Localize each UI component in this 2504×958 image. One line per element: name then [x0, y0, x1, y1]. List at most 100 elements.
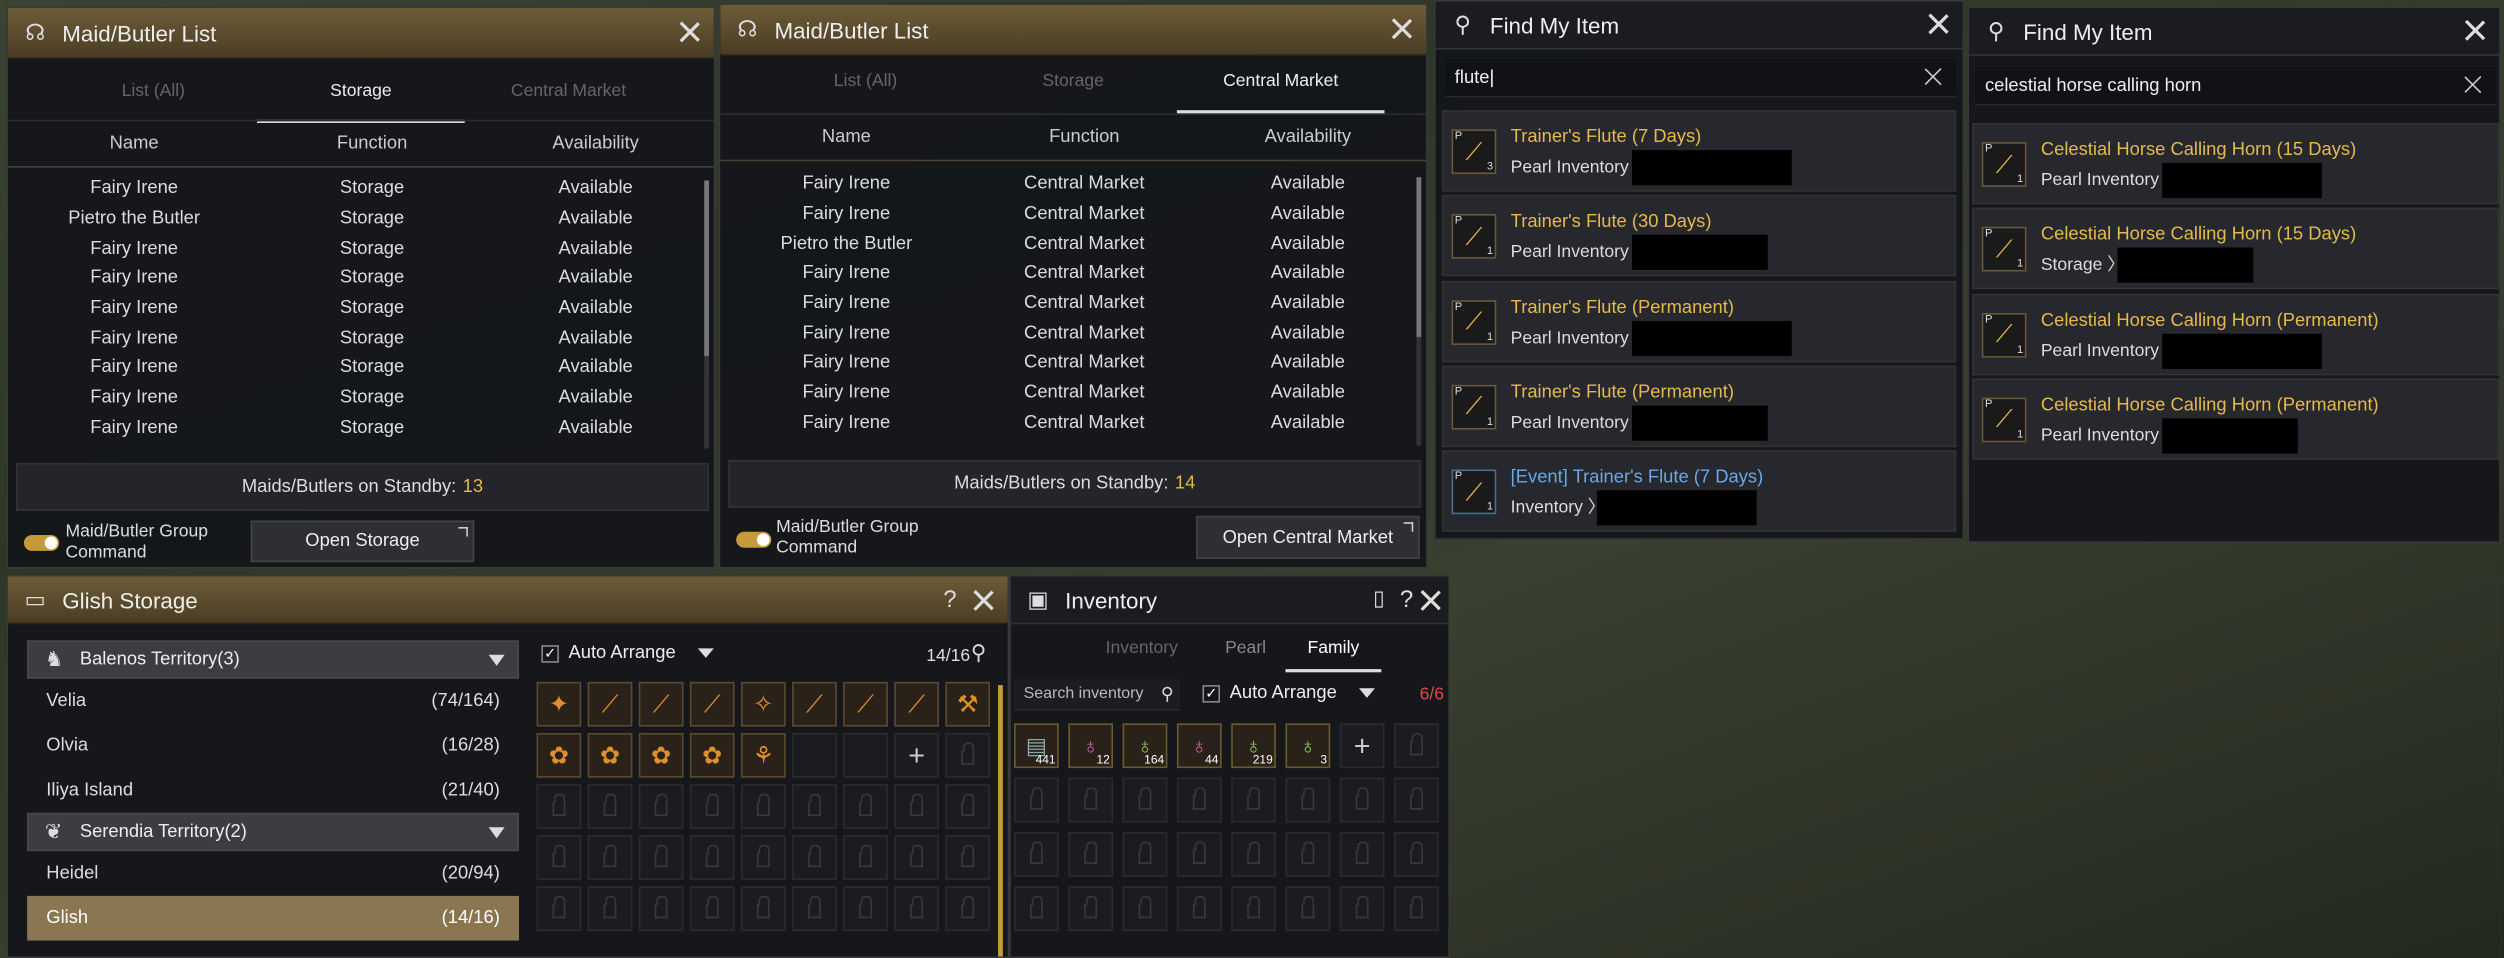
- storage-item-slot[interactable]: ✿: [587, 732, 633, 778]
- result-item[interactable]: P ⟋ 1 [Event] Trainer's Flute (7 Days) Inven…: [1442, 450, 1957, 533]
- locked-slot[interactable]: [1176, 777, 1222, 823]
- tab-storage[interactable]: Storage: [969, 56, 1177, 113]
- auto-arrange-toggle[interactable]: ✓ Auto Arrange: [1202, 683, 1376, 703]
- empty-slot[interactable]: [843, 732, 888, 778]
- inventory-titlebar[interactable]: ▣ Inventory ▯ ?: [1010, 576, 1449, 625]
- locked-slot[interactable]: [945, 835, 991, 880]
- maid-row[interactable]: Fairy Irene Central Market Available: [720, 259, 1426, 289]
- locked-slot[interactable]: [1394, 723, 1439, 769]
- maid-row[interactable]: Pietro the Butler Central Market Available: [720, 229, 1426, 259]
- inventory-item-slot[interactable]: ♁ 44: [1176, 723, 1222, 769]
- maid-row[interactable]: Fairy Irene Central Market Available: [720, 318, 1426, 348]
- locked-slot[interactable]: [1014, 886, 1059, 931]
- result-item[interactable]: P ⟋ 1 Celestial Horse Calling Horn (Permane…: [1972, 293, 2500, 375]
- locked-slot[interactable]: [638, 835, 684, 880]
- maid-list-titlebar[interactable]: ☊ Maid/Butler List: [7, 7, 714, 60]
- close-icon[interactable]: [2464, 19, 2486, 41]
- storage-item-slot[interactable]: ⟋: [638, 681, 684, 727]
- locked-slot[interactable]: [1014, 831, 1059, 877]
- empty-slot[interactable]: [792, 732, 837, 778]
- tab-family[interactable]: Family: [1285, 631, 1382, 673]
- maid-row[interactable]: Fairy Irene Storage Available: [8, 234, 714, 264]
- locked-slot[interactable]: [1231, 831, 1276, 877]
- auto-arrange-toggle[interactable]: ✓ Auto Arrange: [541, 644, 715, 663]
- chevron-down-icon[interactable]: [488, 827, 505, 839]
- storage-item-slot[interactable]: ⟋: [689, 681, 735, 727]
- storage-item-slot[interactable]: ⚘: [740, 732, 786, 778]
- maid-row[interactable]: Fairy Irene Storage Available: [8, 413, 714, 443]
- locked-slot[interactable]: [1122, 831, 1168, 877]
- inventory-item-slot[interactable]: ♁ 3: [1285, 723, 1331, 769]
- group-command-toggle[interactable]: [23, 534, 60, 551]
- tab-list-all[interactable]: List (All): [762, 56, 970, 113]
- chevron-down-icon[interactable]: [698, 648, 715, 658]
- locked-slot[interactable]: [792, 886, 837, 931]
- storage-titlebar[interactable]: ▭ Glish Storage ?: [7, 576, 1008, 625]
- maid-row[interactable]: Pietro the Butler Storage Available: [8, 204, 714, 234]
- scrollbar[interactable]: [704, 180, 710, 449]
- document-icon[interactable]: ▯: [1373, 586, 1384, 612]
- locked-slot[interactable]: [843, 835, 888, 880]
- storage-item-slot[interactable]: ⚒: [945, 681, 991, 727]
- item-search-input[interactable]: flute |: [1445, 59, 1957, 98]
- inventory-search-input[interactable]: Search inventory ⚲: [1014, 678, 1181, 711]
- open-storage-button[interactable]: Open Storage: [250, 520, 475, 563]
- storage-item-slot[interactable]: ⟋: [587, 681, 633, 727]
- locked-slot[interactable]: [894, 784, 939, 829]
- maid-row[interactable]: Fairy Irene Storage Available: [8, 353, 714, 383]
- locked-slot[interactable]: [945, 732, 991, 778]
- locked-slot[interactable]: [1394, 831, 1439, 877]
- town-item[interactable]: Olvia (16/28): [27, 723, 519, 768]
- locked-slot[interactable]: [587, 835, 633, 880]
- locked-slot[interactable]: [689, 835, 735, 880]
- maid-row[interactable]: Fairy Irene Central Market Available: [720, 169, 1426, 199]
- storage-item-slot[interactable]: ⟋: [792, 681, 837, 727]
- locked-slot[interactable]: [689, 886, 735, 931]
- town-item[interactable]: Velia (74/164): [27, 679, 519, 724]
- maid-row[interactable]: Fairy Irene Storage Available: [8, 323, 714, 353]
- checkbox-icon[interactable]: ✓: [541, 644, 559, 662]
- storage-item-slot[interactable]: ✿: [638, 732, 684, 778]
- locked-slot[interactable]: [1285, 831, 1331, 877]
- town-item[interactable]: Glish (14/16): [27, 895, 519, 941]
- locked-slot[interactable]: [1068, 886, 1114, 931]
- locked-slot[interactable]: [1394, 777, 1439, 823]
- inventory-item-slot[interactable]: ♁ 12: [1068, 723, 1114, 769]
- maid-row[interactable]: Fairy Irene Central Market Available: [720, 408, 1426, 438]
- territory-header[interactable]: ❦ Serendia Territory(2): [27, 812, 519, 852]
- maid-row[interactable]: Fairy Irene Central Market Available: [720, 348, 1426, 378]
- search-icon[interactable]: ⚲: [1161, 683, 1174, 704]
- locked-slot[interactable]: [843, 886, 888, 931]
- maid-row[interactable]: Fairy Irene Storage Available: [8, 383, 714, 413]
- result-item[interactable]: P ⟋ 1 Celestial Horse Calling Horn (15 Days…: [1972, 208, 2500, 290]
- tab-list-all[interactable]: List (All): [50, 65, 258, 122]
- maid-row[interactable]: Fairy Irene Central Market Available: [720, 289, 1426, 319]
- close-icon[interactable]: [679, 21, 701, 43]
- storage-item-slot[interactable]: ✧: [740, 681, 786, 727]
- result-item[interactable]: P ⟋ 1 Trainer's Flute (Permanent) Pearl Inve…: [1442, 280, 1957, 362]
- chevron-down-icon[interactable]: [1359, 688, 1376, 698]
- locked-slot[interactable]: [792, 835, 837, 880]
- result-item[interactable]: P ⟋ 3 Trainer's Flute (7 Days) Pearl Invento…: [1442, 110, 1957, 192]
- locked-slot[interactable]: [536, 784, 582, 829]
- maid-row[interactable]: Fairy Irene Central Market Available: [720, 378, 1426, 408]
- maid-row[interactable]: Fairy Irene Storage Available: [8, 264, 714, 294]
- locked-slot[interactable]: [1068, 831, 1114, 877]
- locked-slot[interactable]: [740, 886, 786, 931]
- locked-slot[interactable]: [740, 784, 786, 829]
- result-item[interactable]: P ⟋ 1 Trainer's Flute (30 Days) Pearl Invent…: [1442, 195, 1957, 277]
- locked-slot[interactable]: [945, 784, 991, 829]
- open-central-market-button[interactable]: Open Central Market: [1196, 515, 1420, 559]
- maid-row[interactable]: Fairy Irene Central Market Available: [720, 199, 1426, 229]
- town-item[interactable]: Iliya Island (21/40): [27, 768, 519, 813]
- locked-slot[interactable]: [1122, 886, 1168, 931]
- tab-storage[interactable]: Storage: [257, 65, 465, 123]
- item-search-input[interactable]: celestial horse calling horn: [1975, 67, 2496, 106]
- maid-row[interactable]: Fairy Irene Storage Available: [8, 293, 714, 323]
- town-item[interactable]: Heidel (20/94): [27, 851, 519, 896]
- storage-item-slot[interactable]: ⟋: [894, 681, 939, 727]
- find-titlebar[interactable]: ⚲ Find My Item: [1968, 7, 2500, 56]
- locked-slot[interactable]: [1285, 886, 1331, 931]
- close-icon[interactable]: [1420, 589, 1442, 611]
- storage-item-slot[interactable]: ✿: [536, 732, 582, 778]
